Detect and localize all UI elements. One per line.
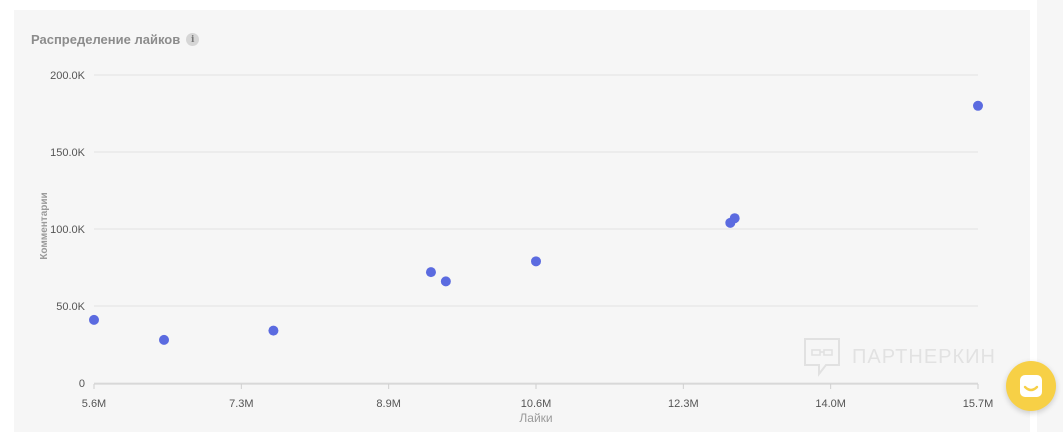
x-tick-label: 12.3M <box>668 398 699 410</box>
x-tick-label: 8.9M <box>376 398 400 410</box>
x-axis-title: Лайки <box>519 411 552 425</box>
scatter-point <box>729 213 740 224</box>
scatter-point <box>425 267 436 278</box>
chat-support-button[interactable] <box>1006 361 1056 411</box>
y-tick-label: 100.0K <box>50 224 86 236</box>
scatter-point <box>89 314 99 325</box>
watermark: ПАРТНЕРКИН <box>802 336 996 378</box>
x-tick-label: 7.3M <box>229 398 253 410</box>
chat-smile-icon <box>1020 375 1042 397</box>
y-tick-label: 0 <box>79 378 85 390</box>
scatter-point <box>440 276 451 287</box>
x-tick-label: 5.6M <box>82 398 106 410</box>
x-tick-label: 15.7M <box>963 398 994 410</box>
watermark-text: ПАРТНЕРКИН <box>852 345 996 368</box>
y-tick-label: 150.0K <box>50 147 86 159</box>
chat-bubble-icon <box>804 338 840 377</box>
y-tick-label: 50.0K <box>56 301 85 313</box>
x-tick-label: 14.0M <box>815 398 846 410</box>
scatter-point <box>159 334 170 345</box>
scatter-point <box>531 256 541 267</box>
scatter-point <box>268 325 279 336</box>
y-tick-label: 200.0K <box>50 70 86 82</box>
x-tick-label: 10.6M <box>521 398 552 410</box>
y-axis-title: Комментарии <box>39 192 50 259</box>
scatter-point <box>973 100 983 111</box>
